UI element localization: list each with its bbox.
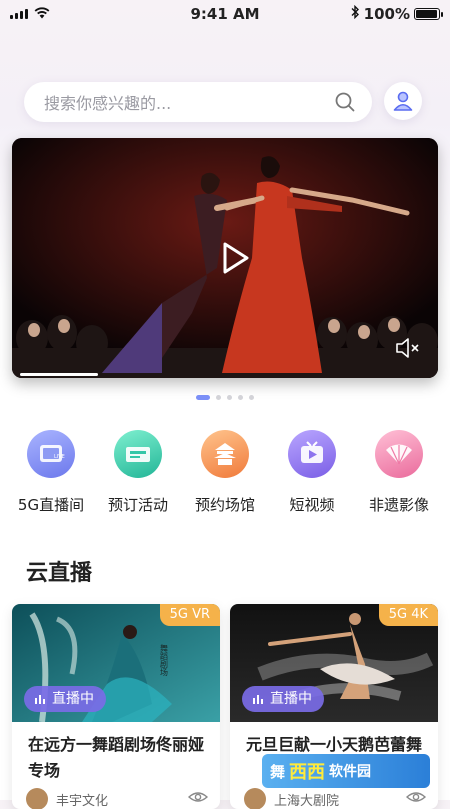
entry-label: 预约场馆 <box>194 496 255 514</box>
live-card[interactable]: 舞蹈剧场 5G VR 直播中 在远方一舞蹈剧场佟丽娅专场 丰宇文化 <box>12 604 220 809</box>
quality-tag: 5G 4K <box>378 604 438 626</box>
status-right: 100% <box>350 4 443 23</box>
live-room-icon: LIVE <box>27 430 75 478</box>
tv-icon <box>288 430 336 478</box>
card-author: 丰宇文化 <box>26 788 108 809</box>
pagination-dot[interactable] <box>196 395 210 400</box>
author-name: 丰宇文化 <box>56 793 109 809</box>
live-bars-icon <box>253 695 263 704</box>
play-icon[interactable] <box>215 238 255 278</box>
live-badge-label: 直播中 <box>52 691 94 707</box>
pagination-dot[interactable] <box>216 395 221 400</box>
live-badge: 直播中 <box>24 686 106 712</box>
eye-icon <box>406 792 426 802</box>
card-author: 上海大剧院 <box>244 788 339 809</box>
mute-icon[interactable] <box>394 336 422 360</box>
entry-label: 5G直播间 <box>17 496 85 514</box>
status-bar: 9:41 AM 100% <box>0 0 450 28</box>
bluetooth-icon <box>350 4 360 23</box>
eye-icon <box>188 792 208 802</box>
profile-button[interactable] <box>384 82 422 120</box>
fan-icon <box>375 430 423 478</box>
quick-entry-grid: LIVE 5G直播间 预订活动 预约场馆 短视频 非遗影像 <box>8 430 442 515</box>
watermark-text-b: 西西 <box>289 762 326 783</box>
ticket-icon <box>114 430 162 478</box>
entry-label: 非遗影像 <box>368 496 429 514</box>
entry-short-video[interactable]: 短视频 <box>269 430 355 515</box>
pagination-dot[interactable] <box>249 395 254 400</box>
entry-label: 短视频 <box>289 496 335 514</box>
banner-pagination <box>0 395 450 400</box>
svg-text:LIVE: LIVE <box>54 454 65 460</box>
svg-text:舞蹈剧场: 舞蹈剧场 <box>160 643 169 677</box>
site-watermark: 舞 西西 软件园 <box>262 754 430 788</box>
author-name: 上海大剧院 <box>274 793 340 809</box>
card-title: 在远方一舞蹈剧场佟丽娅专场 <box>28 735 205 780</box>
banner-video[interactable] <box>12 138 438 378</box>
entry-label: 预订活动 <box>107 496 168 514</box>
battery-icon <box>414 8 443 20</box>
live-bars-icon <box>35 695 45 704</box>
author-avatar <box>244 788 266 809</box>
watermark-text-c: 软件园 <box>329 764 372 780</box>
watermark-text-a: 舞 <box>270 762 286 781</box>
user-icon <box>393 91 413 111</box>
author-avatar <box>26 788 48 809</box>
section-title-cloud-live: 云直播 <box>26 561 93 586</box>
quality-tag: 5G VR <box>159 604 220 626</box>
entry-heritage-image[interactable]: 非遗影像 <box>356 430 442 515</box>
entry-book-venue[interactable]: 预约场馆 <box>182 430 268 515</box>
entry-book-activity[interactable]: 预订活动 <box>95 430 181 515</box>
live-badge-label: 直播中 <box>270 691 312 707</box>
entry-5g-live-room[interactable]: LIVE 5G直播间 <box>8 430 94 515</box>
search-icon[interactable] <box>334 91 356 113</box>
video-progress-bar[interactable] <box>20 373 98 376</box>
search-input[interactable]: 搜索你感兴趣的... <box>44 90 334 114</box>
pagination-dot[interactable] <box>227 395 232 400</box>
battery-percent: 100% <box>363 5 410 23</box>
live-badge: 直播中 <box>242 686 324 712</box>
pagination-dot[interactable] <box>238 395 243 400</box>
temple-icon <box>201 430 249 478</box>
search-bar[interactable]: 搜索你感兴趣的... <box>24 82 372 122</box>
